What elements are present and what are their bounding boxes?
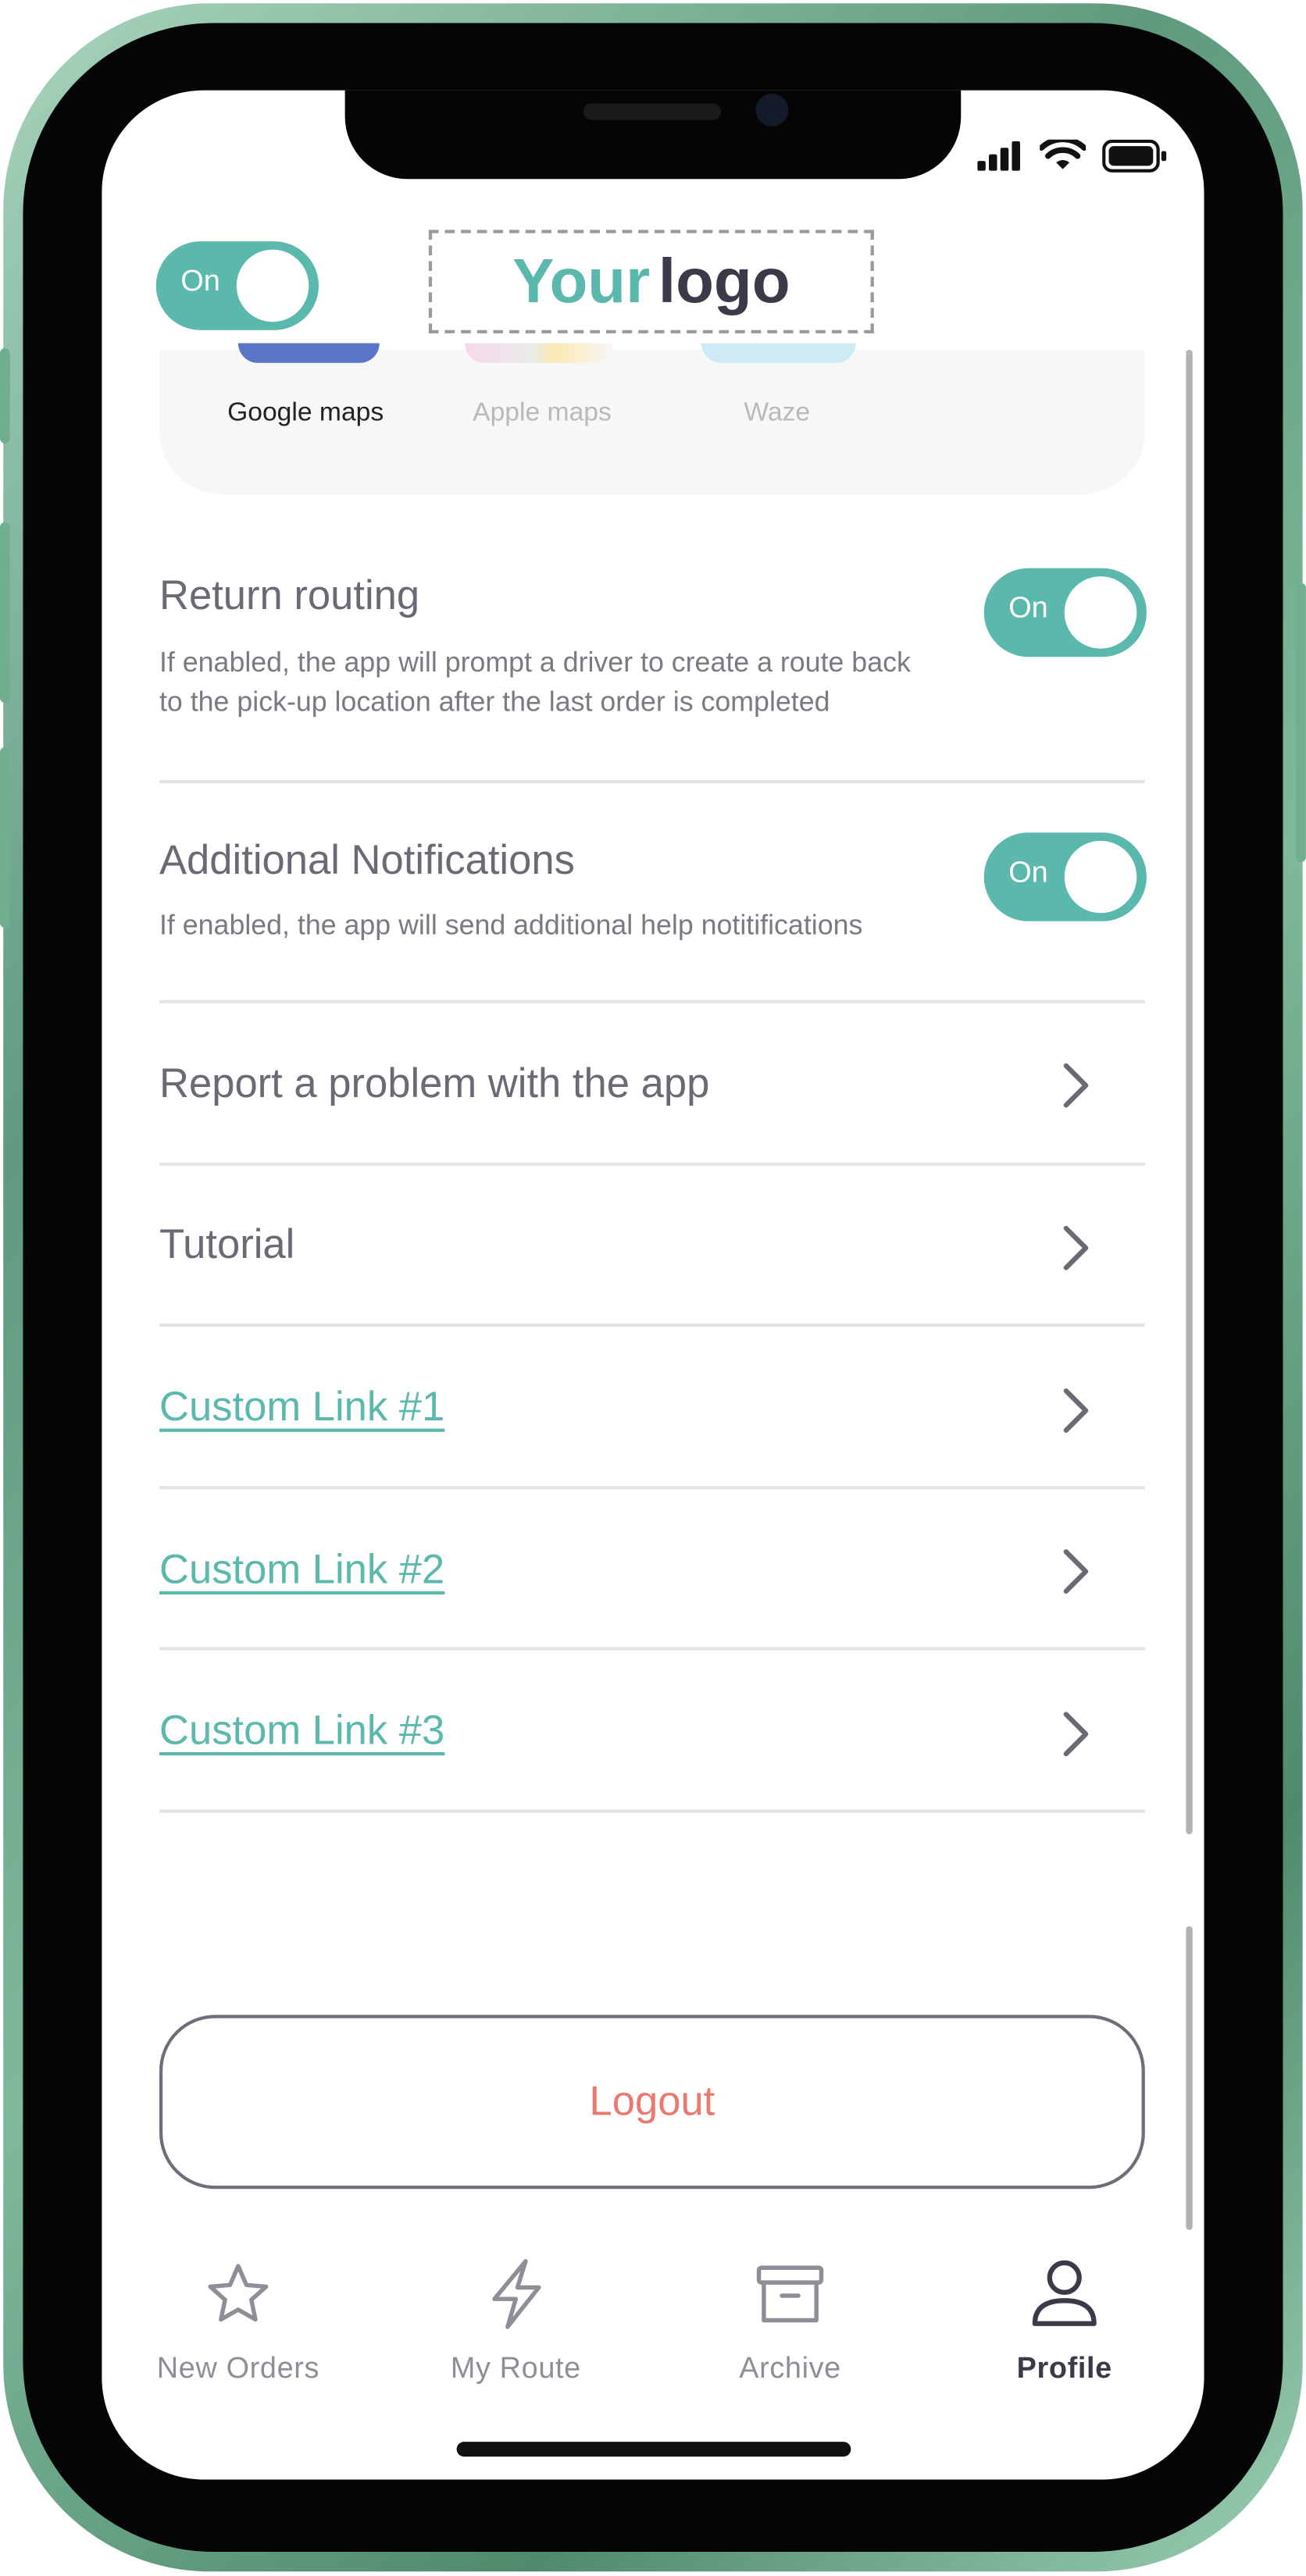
divider [159, 1162, 1145, 1167]
map-option-google[interactable]: Google maps [207, 399, 404, 429]
tab-archive[interactable]: Archive [675, 2258, 905, 2386]
chevron-right-icon[interactable] [1059, 1386, 1092, 1435]
volume-down-button [0, 746, 10, 928]
apple-maps-icon[interactable] [465, 343, 613, 363]
wifi-icon [1040, 139, 1087, 169]
tab-label: Archive [739, 2351, 841, 2385]
header-toggle[interactable]: On [155, 241, 319, 330]
tab-new-orders[interactable]: New Orders [123, 2258, 353, 2386]
status-bar [977, 139, 1168, 173]
additional-notifications-toggle[interactable]: On [983, 832, 1147, 921]
toggle-label: On [1008, 855, 1048, 889]
power-button [1296, 583, 1306, 863]
additional-notifications-description: If enabled, the app will send additional… [159, 910, 863, 942]
google-maps-icon[interactable] [237, 343, 380, 363]
waze-icon[interactable] [701, 343, 856, 363]
tab-profile[interactable]: Profile [950, 2258, 1179, 2386]
app-screen: On Your logo Google maps Apple maps Waze… [102, 90, 1204, 2480]
divider [159, 1486, 1145, 1490]
notch [344, 90, 962, 180]
chevron-right-icon[interactable] [1059, 1224, 1092, 1273]
scrollbar-lower [1186, 1926, 1193, 2230]
tab-label: Profile [1016, 2351, 1112, 2385]
chevron-right-icon[interactable] [1059, 1547, 1092, 1596]
archive-box-icon [756, 2265, 824, 2323]
map-option-waze[interactable]: Waze [679, 399, 876, 429]
tab-label: New Orders [156, 2351, 320, 2385]
logo-placeholder: Your logo [428, 230, 874, 333]
custom-link-3[interactable]: Custom Link #3 [159, 1708, 444, 1755]
chevron-right-icon[interactable] [1059, 1061, 1092, 1110]
logo-text-logo: logo [658, 248, 790, 317]
speaker-grille [583, 103, 722, 120]
additional-notifications-title: Additional Notifications [159, 837, 575, 884]
signal-icon [977, 141, 1020, 171]
toggle-knob [236, 249, 309, 322]
tab-label: My Route [450, 2351, 581, 2385]
return-routing-title: Return routing [159, 572, 420, 619]
divider [159, 1809, 1145, 1813]
logo-text-your: Your [512, 248, 651, 317]
custom-link-1[interactable]: Custom Link #1 [159, 1384, 444, 1432]
custom-link-2[interactable]: Custom Link #2 [159, 1547, 444, 1594]
tab-my-route[interactable]: My Route [401, 2258, 630, 2386]
volume-up-button [0, 522, 10, 704]
mute-switch [0, 347, 10, 444]
toggle-knob [1064, 840, 1137, 914]
return-routing-toggle[interactable]: On [983, 568, 1147, 657]
front-camera [755, 93, 789, 126]
toggle-label: On [1008, 591, 1048, 625]
home-indicator[interactable] [456, 2442, 851, 2457]
divider [159, 999, 1145, 1003]
divider [159, 1324, 1145, 1327]
logout-button[interactable]: Logout [159, 2015, 1145, 2189]
divider [159, 779, 1145, 784]
battery-icon [1102, 139, 1167, 173]
scrollbar[interactable] [1186, 349, 1193, 1835]
return-routing-description: If enabled, the app will prompt a driver… [159, 647, 911, 718]
star-icon [208, 2264, 269, 2322]
menu-report-problem[interactable]: Report a problem with the app [159, 1061, 709, 1109]
navigation-app-selector: Google maps Apple maps Waze [159, 343, 1145, 495]
device-mockup: On Your logo Google maps Apple maps Waze… [0, 0, 1306, 2575]
divider [159, 1647, 1145, 1651]
header-toggle-label: On [180, 264, 220, 298]
map-option-apple[interactable]: Apple maps [444, 399, 641, 429]
user-icon [1032, 2260, 1097, 2326]
lightning-icon [492, 2259, 541, 2329]
toggle-knob [1064, 576, 1137, 649]
menu-tutorial[interactable]: Tutorial [159, 1222, 294, 1270]
chevron-right-icon[interactable] [1059, 1709, 1092, 1758]
